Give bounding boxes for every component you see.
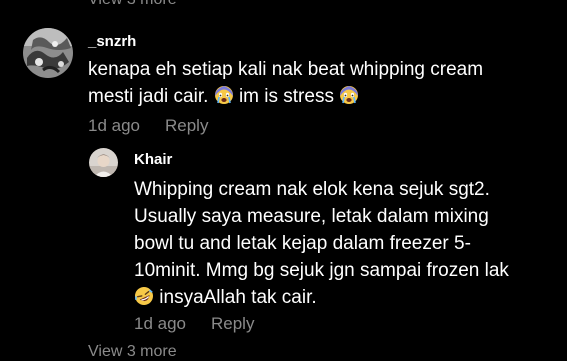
avatar[interactable] (89, 148, 118, 177)
comment-line: mesti jadi cair. im is stress (88, 83, 483, 110)
reply-line: Usually saya measure, letak dalam mixing (134, 206, 489, 227)
crying-face-icon (214, 85, 234, 105)
previous-comment-cutoff: View 3 more (88, 0, 177, 9)
comment-line: kenapa eh setiap kali nak beat whipping … (88, 59, 484, 80)
reply-fragment: insyaAllah tak cair. (159, 287, 317, 308)
comment-fragment: im is stress (238, 86, 334, 107)
reply-line: 10minit. Mmg bg sejuk jgn sampai frozen … (134, 260, 509, 281)
crying-face-icon (339, 85, 359, 105)
reply-username[interactable]: Khair (134, 151, 172, 168)
reply-line: insyaAllah tak cair. (134, 284, 509, 311)
reply-line: bowl tu and letak kejap dalam freezer 5- (134, 233, 471, 254)
comment-timestamp: 1d ago (88, 116, 140, 135)
comment-text: kenapa eh setiap kali nak beat whipping … (88, 56, 483, 110)
reply-button[interactable]: Reply (165, 116, 208, 136)
view-more-replies-button[interactable]: View 3 more (88, 343, 177, 361)
reply-timestamp: 1d ago (134, 314, 186, 333)
reply-text: Whipping cream nak elok kena sejuk sgt2.… (134, 176, 509, 311)
avatar[interactable] (23, 28, 73, 78)
rolling-laughing-face-icon (134, 286, 154, 306)
reply-line: Whipping cream nak elok kena sejuk sgt2. (134, 179, 490, 200)
comment-fragment: mesti jadi cair. (88, 86, 209, 107)
reply-meta: 1d ago Reply (134, 314, 254, 334)
comment-meta: 1d ago Reply (88, 116, 208, 136)
reply-button[interactable]: Reply (211, 314, 254, 334)
comment-username[interactable]: _snzrh (88, 33, 136, 50)
